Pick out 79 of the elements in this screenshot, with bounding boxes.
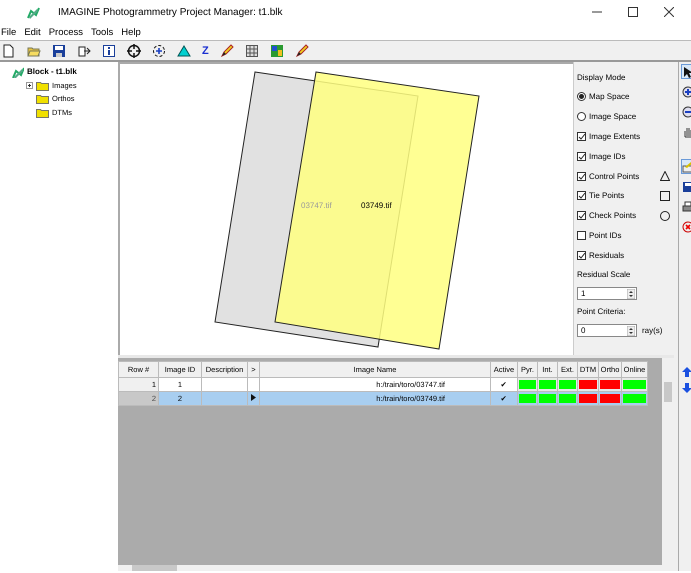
spin-field[interactable]: 0 bbox=[577, 324, 637, 337]
crosshair-icon[interactable] bbox=[127, 44, 141, 58]
horizontal-scrollbar[interactable] bbox=[118, 565, 674, 571]
save-icon[interactable] bbox=[52, 44, 66, 58]
pencil-icon[interactable] bbox=[220, 44, 234, 58]
radio-button[interactable] bbox=[577, 92, 586, 102]
pointer-icon bbox=[682, 66, 691, 78]
picture-icon[interactable] bbox=[270, 44, 284, 58]
up-arrow-icon[interactable] bbox=[682, 367, 691, 377]
check-icon bbox=[578, 212, 586, 220]
checkbox[interactable] bbox=[577, 172, 586, 181]
checkbox[interactable] bbox=[577, 230, 586, 240]
checkbox-label: Check Points bbox=[589, 211, 636, 220]
tool-button[interactable] bbox=[681, 64, 691, 79]
checkbox-label: Point IDs bbox=[589, 230, 622, 240]
zoom-in-icon bbox=[682, 86, 691, 98]
check-icon bbox=[578, 172, 586, 180]
zoom-icon[interactable] bbox=[152, 44, 166, 58]
menu-item[interactable]: Edit bbox=[20, 26, 45, 38]
block-icon bbox=[12, 66, 24, 78]
tool-button[interactable] bbox=[681, 84, 691, 99]
tool-button[interactable] bbox=[681, 199, 691, 214]
field-label: Point Criteria: bbox=[577, 306, 626, 318]
triangle-icon[interactable] bbox=[177, 44, 191, 58]
field-label: Residual Scale bbox=[577, 269, 632, 282]
tree-item[interactable]: Block - t1.blk bbox=[27, 67, 77, 76]
close-icon[interactable] bbox=[664, 7, 674, 17]
menu-item[interactable]: Help bbox=[117, 26, 145, 38]
checkbox-label: Image Extents bbox=[589, 132, 640, 141]
zoom-out-icon bbox=[682, 106, 691, 118]
pencil-icon[interactable] bbox=[294, 44, 309, 58]
check-icon bbox=[578, 132, 586, 140]
unit-label: ray(s) bbox=[642, 326, 662, 335]
tool-button[interactable] bbox=[681, 104, 691, 119]
spinner-icon[interactable] bbox=[627, 288, 635, 299]
spinner-icon[interactable] bbox=[627, 326, 635, 336]
document-icon[interactable] bbox=[2, 44, 16, 58]
check-icon bbox=[578, 152, 586, 160]
export-icon[interactable] bbox=[77, 44, 91, 58]
info-icon[interactable] bbox=[102, 44, 116, 58]
toolbar-letter-button[interactable]: Z bbox=[202, 44, 209, 56]
checkbox-label: Residuals bbox=[589, 250, 624, 260]
app-logo-icon bbox=[27, 6, 40, 18]
section-label: Display Mode bbox=[577, 72, 626, 84]
down-arrow-icon[interactable] bbox=[682, 383, 691, 393]
image-id-label: 03749.tif bbox=[361, 201, 392, 210]
square-icon bbox=[660, 190, 670, 201]
checkbox-label: Tie Points bbox=[589, 191, 624, 200]
checkbox-label: Image IDs bbox=[589, 152, 626, 161]
expand-icon[interactable] bbox=[26, 82, 33, 89]
circle-icon bbox=[660, 210, 670, 221]
checkbox[interactable] bbox=[577, 132, 586, 141]
image-id-label: 03747.tif bbox=[301, 201, 332, 210]
checkbox[interactable] bbox=[577, 191, 586, 200]
menu-item[interactable]: Process bbox=[44, 26, 88, 38]
folder-icon bbox=[36, 106, 49, 118]
menu-item[interactable]: Tools bbox=[87, 26, 118, 38]
folder-icon bbox=[36, 93, 49, 104]
tool-button[interactable] bbox=[681, 159, 691, 174]
menu-item[interactable]: File bbox=[0, 26, 20, 38]
radio-button[interactable] bbox=[577, 112, 586, 122]
check-icon bbox=[578, 192, 586, 200]
checkbox-label: Control Points bbox=[589, 172, 640, 181]
checkbox[interactable] bbox=[577, 250, 586, 260]
folder-icon bbox=[36, 80, 49, 91]
window-title: IMAGINE Photogrammetry Project Manager: t1.blk bbox=[58, 6, 283, 18]
hand-icon bbox=[682, 126, 691, 138]
printer-icon bbox=[682, 200, 691, 212]
save-icon bbox=[682, 180, 691, 192]
triangle-icon bbox=[660, 171, 670, 182]
checkbox[interactable] bbox=[577, 152, 586, 161]
radio-label: Image Space bbox=[589, 112, 636, 122]
maximize-icon[interactable] bbox=[628, 7, 638, 17]
checkbox[interactable] bbox=[577, 211, 586, 220]
check-icon bbox=[578, 252, 586, 259]
tool-button[interactable] bbox=[681, 179, 691, 194]
spin-field[interactable]: 1 bbox=[577, 286, 637, 300]
radio-label: Map Space bbox=[589, 92, 630, 102]
grid-icon[interactable] bbox=[244, 44, 259, 58]
